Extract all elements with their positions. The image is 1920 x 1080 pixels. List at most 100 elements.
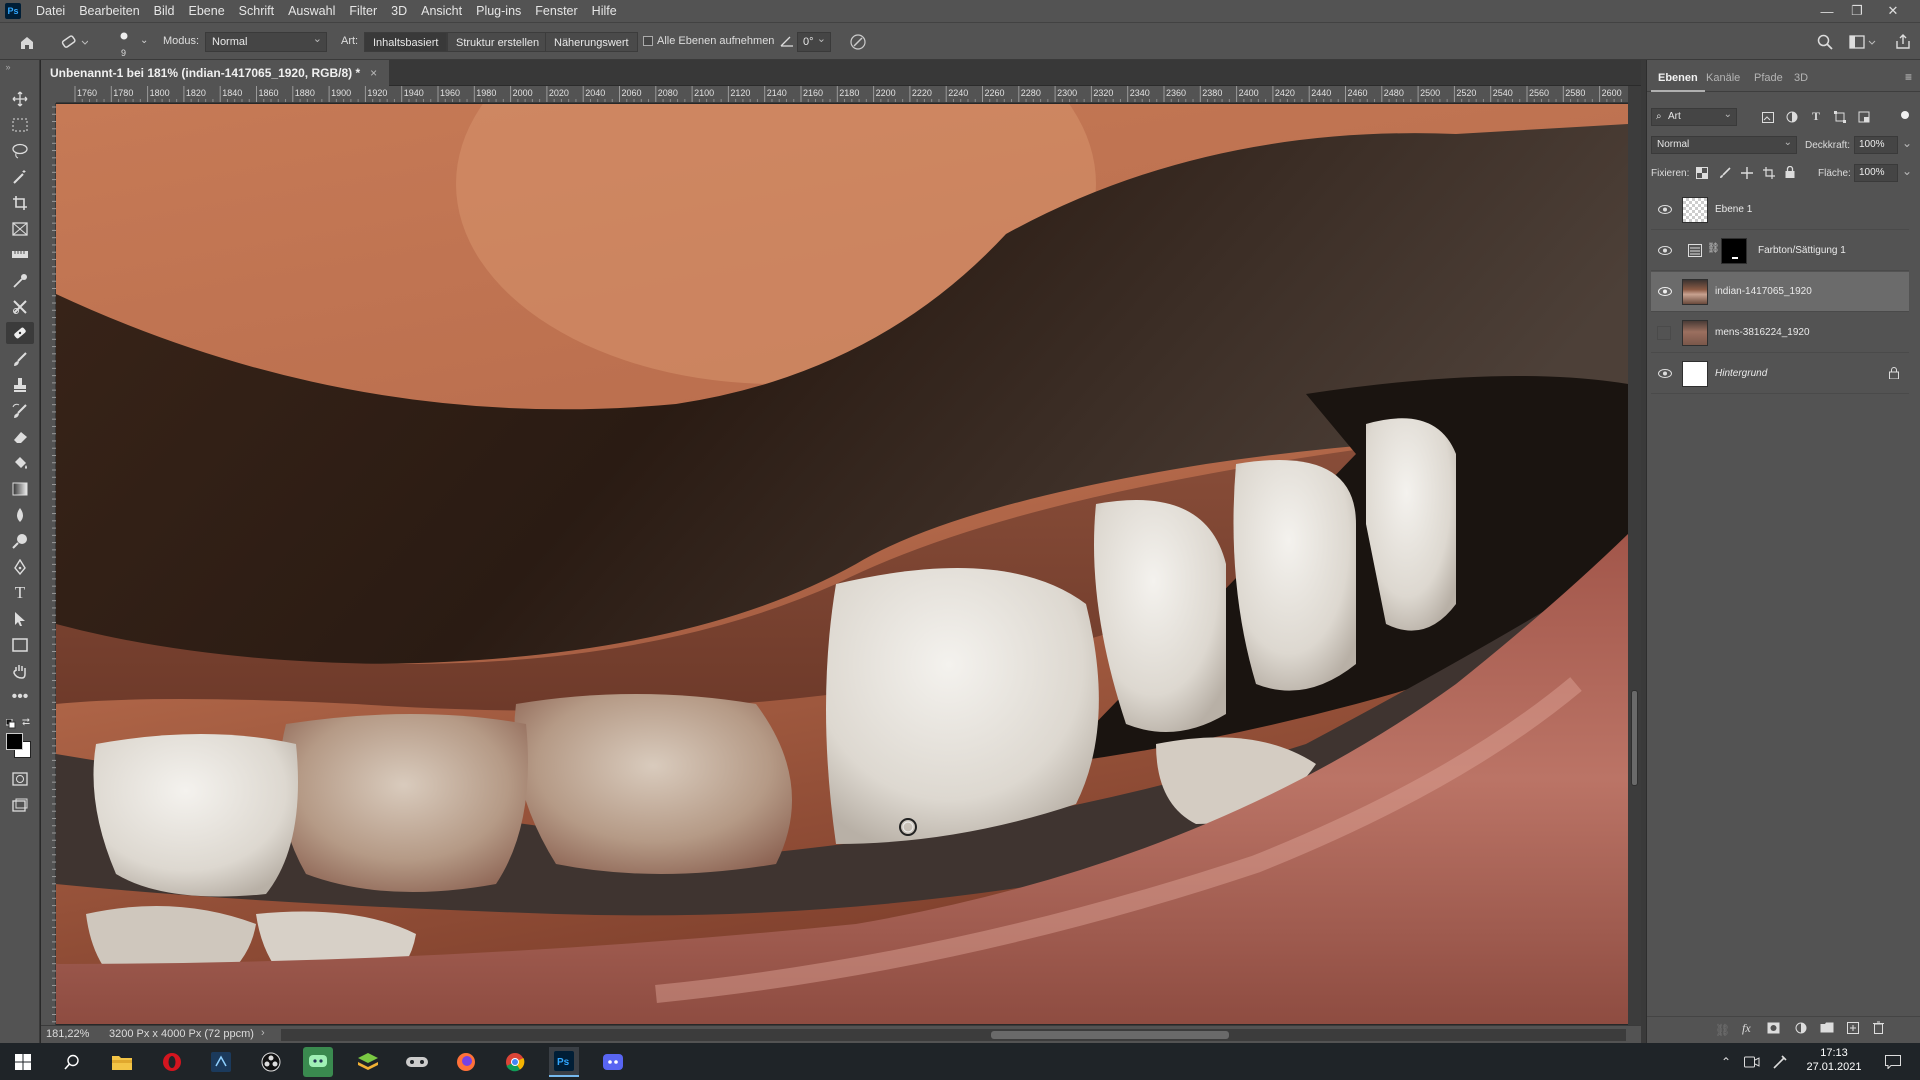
- layer-row[interactable]: mens-3816224_1920: [1651, 313, 1909, 353]
- workspace-icon[interactable]: [1848, 32, 1878, 52]
- restore-icon[interactable]: ❐: [1842, 0, 1872, 22]
- eyedropper-tool-icon[interactable]: [6, 270, 34, 292]
- ruler-tool-icon[interactable]: [6, 244, 34, 266]
- rectangle-tool-icon[interactable]: [6, 634, 34, 656]
- new-layer-icon[interactable]: [1847, 1022, 1859, 1034]
- mask-link-icon[interactable]: ⛓: [1707, 243, 1720, 254]
- frame-tool-icon[interactable]: [6, 218, 34, 240]
- new-group-icon[interactable]: [1820, 1022, 1834, 1033]
- menu-3d[interactable]: 3D: [384, 0, 414, 22]
- windows-start-icon[interactable]: [8, 1047, 38, 1077]
- filter-smart-object-icon[interactable]: [1857, 110, 1871, 124]
- photoshop-taskbar-icon[interactable]: Ps: [549, 1047, 579, 1077]
- cross-tool-icon[interactable]: [6, 296, 34, 318]
- file-explorer-icon[interactable]: [107, 1047, 137, 1077]
- game-app-icon[interactable]: [402, 1047, 432, 1077]
- eye-visible-icon[interactable]: [1657, 366, 1673, 382]
- firefox-icon[interactable]: [451, 1047, 481, 1077]
- taskbar-search-icon[interactable]: [57, 1047, 87, 1077]
- spot-healing-brush-tool-icon[interactable]: [6, 322, 34, 344]
- discord-icon[interactable]: [598, 1047, 628, 1077]
- vertical-ruler[interactable]: [41, 103, 56, 1025]
- brush-size-dot-icon[interactable]: [116, 30, 132, 42]
- menu-datei[interactable]: Datei: [29, 0, 72, 22]
- pen-tool-icon[interactable]: [6, 556, 34, 578]
- status-menu-arrow-icon[interactable]: ›: [261, 1027, 265, 1039]
- eye-visible-icon[interactable]: [1657, 202, 1673, 218]
- minimize-icon[interactable]: —: [1812, 0, 1842, 22]
- dodge-tool-icon[interactable]: [6, 530, 34, 552]
- lock-position-icon[interactable]: [1740, 166, 1754, 180]
- move-tool-icon[interactable]: [6, 88, 34, 110]
- menu-auswahl[interactable]: Auswahl: [281, 0, 342, 22]
- type-content-aware-button[interactable]: Inhaltsbasiert: [364, 32, 448, 52]
- fill-chevron-icon[interactable]: ⌄: [1902, 164, 1912, 178]
- mode-select[interactable]: Normal: [205, 30, 327, 52]
- vertical-scrollbar[interactable]: [1628, 86, 1641, 1025]
- collapse-toolbar-icon[interactable]: »: [2, 62, 14, 72]
- layer-row-selected[interactable]: indian-1417065_1920: [1651, 272, 1909, 312]
- horizontal-scroll-thumb[interactable]: [991, 1031, 1229, 1039]
- opera-icon[interactable]: [157, 1047, 187, 1077]
- obs-icon[interactable]: [256, 1047, 286, 1077]
- hand-tool-icon[interactable]: [6, 660, 34, 682]
- lock-artboard-icon[interactable]: [1762, 166, 1776, 180]
- menu-filter[interactable]: Filter: [342, 0, 384, 22]
- spot-healing-brush-preset-icon[interactable]: [58, 32, 90, 52]
- ruler-origin[interactable]: [41, 86, 56, 103]
- type-proximity-button[interactable]: Näherungswert: [545, 32, 638, 52]
- filter-toggle-icon[interactable]: [1901, 111, 1909, 119]
- horizontal-ruler[interactable]: 1760 1780 1800 1820 1840 1860 1880 1900 1920 1940…: [56, 86, 1628, 103]
- filter-pixel-icon[interactable]: [1761, 110, 1775, 124]
- menu-fenster[interactable]: Fenster: [528, 0, 584, 22]
- meet-now-icon[interactable]: [1742, 1047, 1762, 1077]
- filter-adjustment-icon[interactable]: [1785, 110, 1799, 124]
- eye-hidden-icon[interactable]: [1657, 325, 1671, 340]
- vertical-scroll-thumb[interactable]: [1631, 690, 1638, 786]
- zoom-level[interactable]: 181,22%: [46, 1028, 89, 1040]
- menu-ansicht[interactable]: Ansicht: [414, 0, 469, 22]
- opacity-chevron-icon[interactable]: ⌄: [1902, 136, 1912, 150]
- filter-shape-icon[interactable]: [1833, 110, 1847, 124]
- new-adjustment-layer-icon[interactable]: [1795, 1022, 1807, 1034]
- quick-mask-icon[interactable]: [6, 768, 34, 790]
- more-tools-icon[interactable]: •••: [6, 686, 34, 708]
- screen-mode-icon[interactable]: [6, 794, 34, 816]
- layer-row[interactable]: Ebene 1: [1651, 190, 1909, 230]
- horizontal-scrollbar[interactable]: [281, 1029, 1626, 1041]
- pen-workspace-icon[interactable]: [1770, 1047, 1790, 1077]
- layer-row[interactable]: Hintergrund: [1651, 354, 1909, 394]
- foreground-color-swatch[interactable]: [6, 733, 23, 750]
- layer-mask-thumbnail[interactable]: [1721, 237, 1747, 264]
- layer-style-fx-icon[interactable]: fx: [1742, 1021, 1751, 1036]
- magic-wand-tool-icon[interactable]: [6, 166, 34, 188]
- lasso-tool-icon[interactable]: [6, 140, 34, 162]
- premiere-app-icon[interactable]: [206, 1047, 236, 1077]
- history-brush-tool-icon[interactable]: [6, 400, 34, 422]
- marquee-tool-icon[interactable]: [6, 114, 34, 136]
- layer-row[interactable]: ⛓ Farbton/Sättigung 1: [1651, 231, 1909, 271]
- notifications-icon[interactable]: [1878, 1047, 1908, 1077]
- layer-filter-select[interactable]: Art ⌕ ⌄: [1651, 108, 1737, 126]
- panel-menu-icon[interactable]: ≡: [1905, 70, 1912, 84]
- default-colors-icon[interactable]: [5, 718, 16, 729]
- add-mask-icon[interactable]: [1767, 1022, 1780, 1034]
- stack-app-icon[interactable]: [353, 1047, 383, 1077]
- menu-schrift[interactable]: Schrift: [232, 0, 281, 22]
- close-tab-icon[interactable]: ×: [370, 66, 377, 80]
- show-hidden-icons-icon[interactable]: ⌃: [1718, 1047, 1734, 1077]
- lock-transparent-icon[interactable]: [1695, 166, 1709, 180]
- menu-ebene[interactable]: Ebene: [182, 0, 232, 22]
- filter-type-icon[interactable]: T: [1809, 109, 1823, 123]
- sample-all-layers-checkbox[interactable]: [643, 36, 653, 46]
- angle-input[interactable]: 0°: [797, 30, 831, 52]
- type-tool-icon[interactable]: T: [6, 582, 34, 604]
- home-icon[interactable]: [16, 32, 38, 52]
- pressure-size-icon[interactable]: [848, 32, 868, 52]
- menu-plugins[interactable]: Plug-ins: [469, 0, 528, 22]
- crop-tool-icon[interactable]: [6, 192, 34, 214]
- type-create-texture-button[interactable]: Struktur erstellen: [447, 32, 549, 52]
- menu-bild[interactable]: Bild: [147, 0, 182, 22]
- eye-visible-icon[interactable]: [1657, 243, 1673, 259]
- gradient-tool-icon[interactable]: [6, 478, 34, 500]
